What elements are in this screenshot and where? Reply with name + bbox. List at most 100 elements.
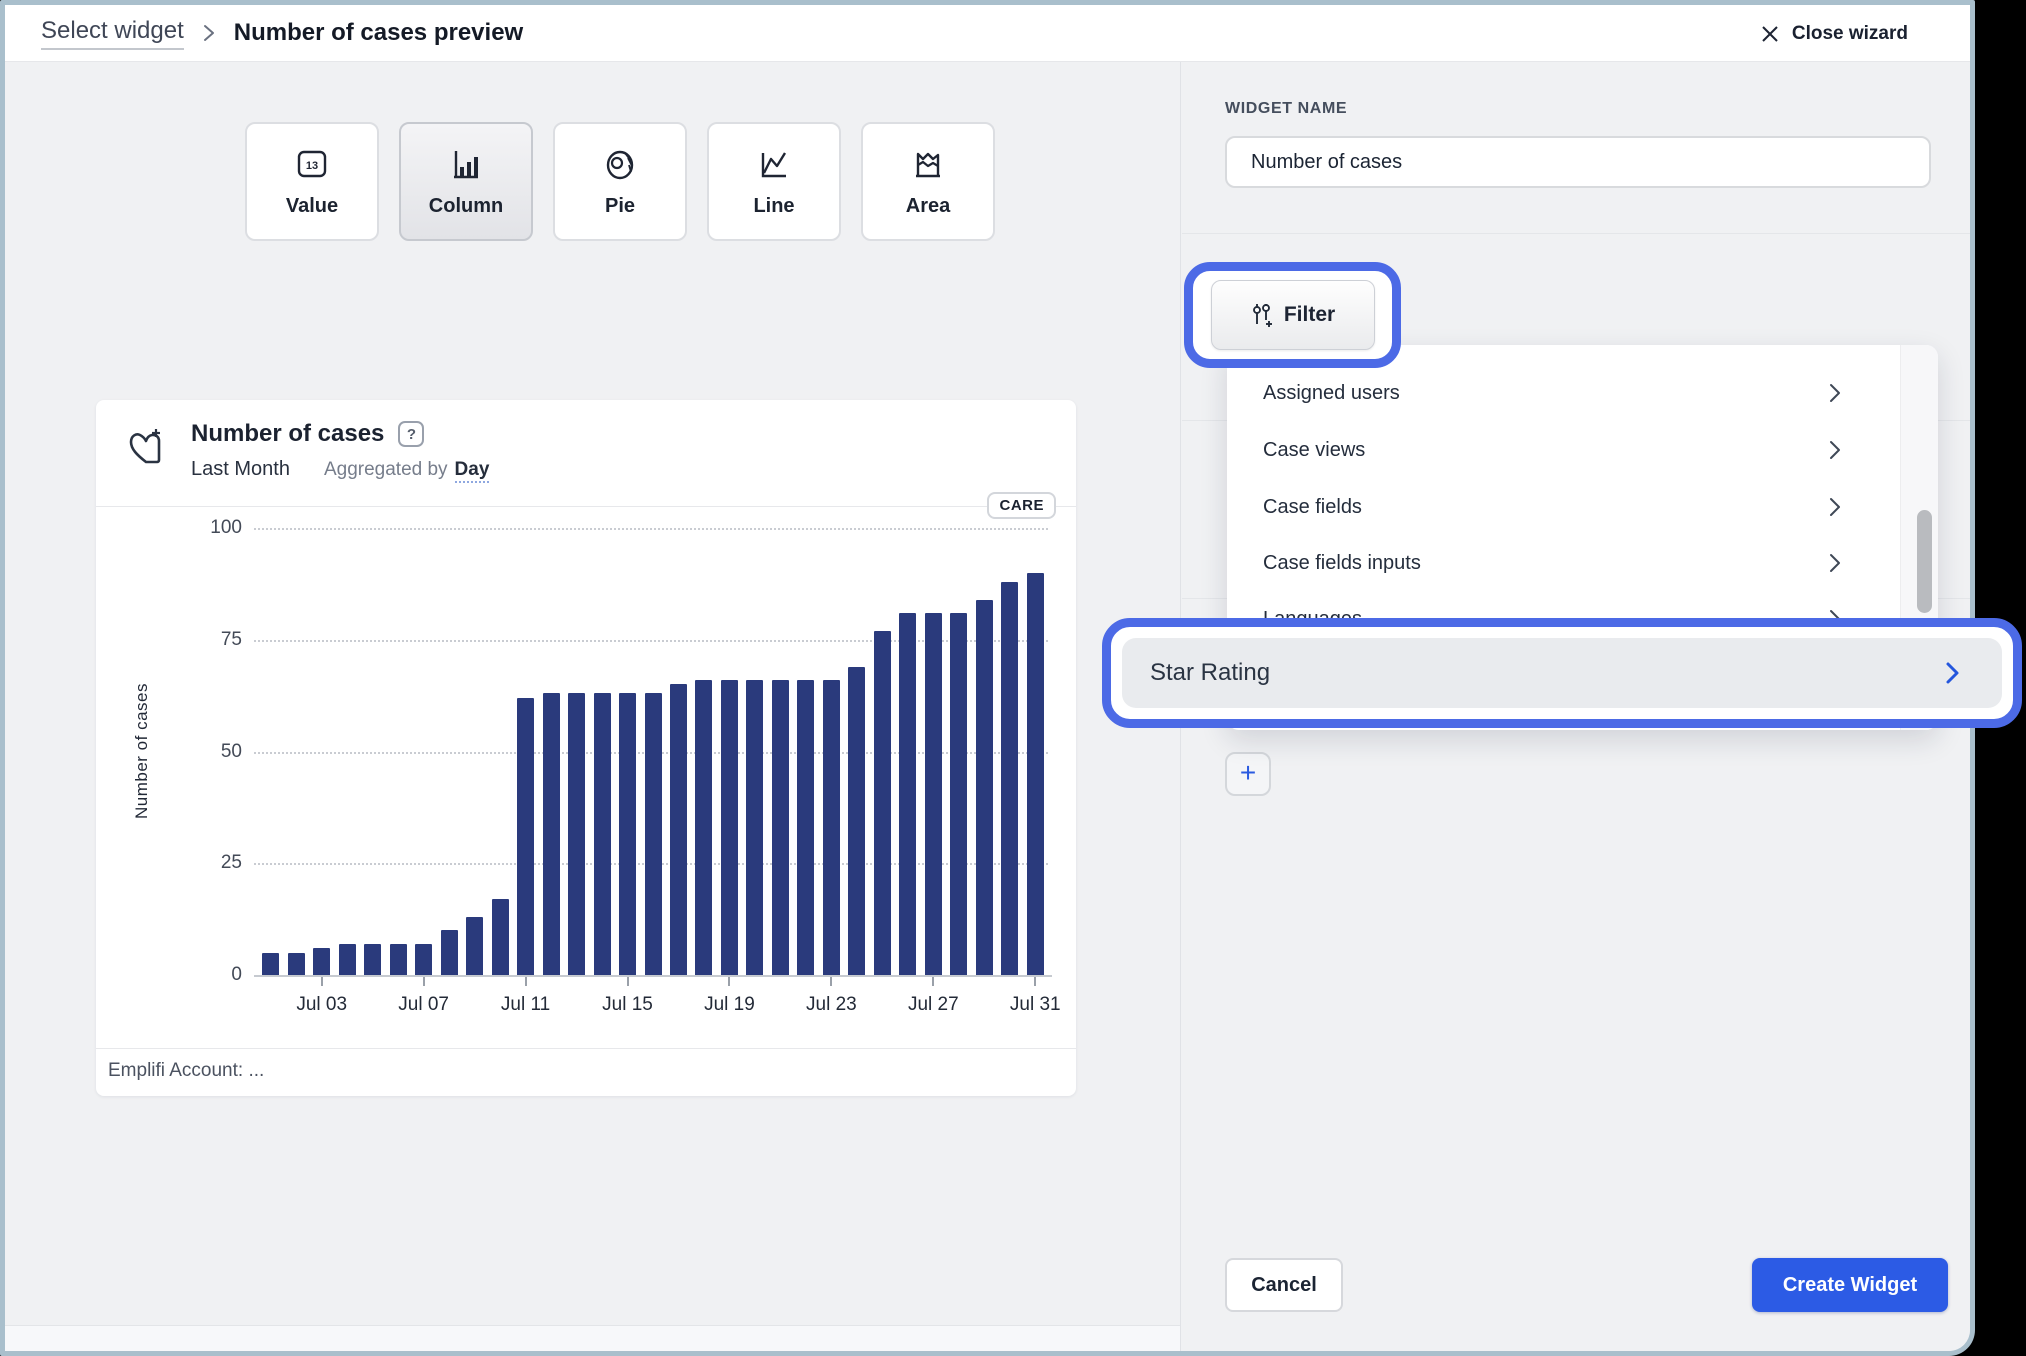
star-rating-highlight-annotation: Star Rating: [1102, 618, 2022, 728]
close-wizard-label: Close wizard: [1791, 22, 1908, 44]
bar: [568, 693, 586, 975]
filter-button-label: Filter: [1283, 303, 1336, 326]
filter-sliders-icon: [1252, 304, 1272, 327]
wizard-header: Select widget Number of cases preview Cl…: [5, 5, 1970, 62]
chevron-right-icon: [1828, 439, 1842, 466]
chart-ylabels: 0 25 50 75 100: [96, 517, 242, 985]
column-chart-icon: [444, 145, 488, 185]
chart-plot: Jul 03 Jul 07 Jul 11 Jul 15 Jul 19 Jul 23 Jul …: [254, 528, 1061, 1015]
bar: [873, 630, 891, 975]
pane-footer-strip: [5, 1325, 1180, 1351]
chevron-right-icon: [1828, 496, 1842, 523]
preview-pane: 13 Value Column Pie Line Area Number of …: [5, 62, 1181, 1351]
widget-name-input[interactable]: [1225, 136, 1931, 188]
type-button-column[interactable]: Column: [399, 122, 533, 241]
bar: [669, 684, 687, 975]
bar: [771, 679, 789, 975]
x-tick-label: Jul 11: [500, 994, 551, 1015]
svg-text:13: 13: [306, 160, 318, 172]
widget-preview-card: Number of cases ? Last Month Aggregated …: [96, 400, 1076, 1096]
aggregation-prefix: Aggregated by: [323, 459, 448, 480]
bar: [593, 693, 611, 975]
y-tick-label: 75: [220, 628, 242, 650]
create-widget-button[interactable]: Create Widget: [1752, 1258, 1948, 1312]
x-tick-mark: [422, 977, 425, 986]
bar: [542, 693, 560, 975]
bar: [899, 612, 917, 975]
bar: [389, 943, 407, 975]
bar: [950, 612, 968, 975]
type-button-pie[interactable]: Pie: [553, 122, 687, 241]
help-icon[interactable]: ?: [398, 421, 425, 447]
y-tick-label: 100: [210, 517, 242, 538]
card-footer-divider: [96, 1048, 1076, 1049]
menu-item-case-fields-inputs[interactable]: Case fields inputs: [1227, 541, 1900, 585]
bar: [1001, 581, 1019, 975]
menu-item-case-views[interactable]: Case views: [1227, 428, 1900, 472]
area-chart-icon: [906, 145, 950, 185]
bar: [287, 952, 305, 975]
line-chart-icon: [752, 145, 796, 185]
card-divider: [96, 506, 1076, 507]
bar: [822, 679, 840, 975]
x-tick-label: Jul 27: [907, 994, 959, 1015]
gridline: [254, 528, 1048, 530]
chevron-right-icon: [1828, 552, 1842, 579]
filter-button[interactable]: Filter: [1210, 280, 1375, 350]
type-label: Area: [905, 195, 951, 217]
card-footer-account: Emplifi Account: ...: [108, 1060, 265, 1081]
x-tick-label: Jul 31: [1009, 994, 1061, 1015]
x-tick-mark: [830, 977, 833, 986]
bar: [517, 697, 535, 975]
x-tick-label: Jul 23: [806, 994, 857, 1015]
bar: [720, 679, 738, 975]
page-title: Number of cases preview: [233, 19, 524, 46]
card-period: Last Month: [191, 458, 290, 480]
menu-item-case-fields[interactable]: Case fields: [1227, 485, 1900, 529]
bar: [440, 930, 458, 975]
type-label: Pie: [604, 195, 636, 217]
x-tick-label: Jul 03: [296, 994, 348, 1015]
close-icon: [1762, 25, 1778, 42]
x-tick-mark: [320, 977, 323, 986]
star-rating-label: Star Rating: [1150, 659, 1271, 686]
type-button-value[interactable]: 13 Value: [245, 122, 379, 241]
bar: [619, 693, 637, 975]
widget-name-label: WIDGET NAME: [1225, 100, 1348, 117]
bar: [975, 599, 993, 975]
bar: [415, 943, 433, 975]
close-wizard-button[interactable]: Close wizard: [1760, 5, 1908, 62]
type-button-area[interactable]: Area: [861, 122, 995, 241]
card-title: Number of cases: [191, 420, 385, 447]
bar: [848, 666, 866, 975]
add-filter-button[interactable]: +: [1225, 752, 1271, 796]
x-tick-label: Jul 07: [398, 994, 449, 1015]
x-tick-mark: [728, 977, 731, 986]
y-tick-label: 25: [220, 852, 242, 874]
menu-item-assigned-users[interactable]: Assigned users: [1227, 371, 1900, 415]
bar: [924, 612, 942, 975]
pie-chart-icon: [598, 145, 642, 185]
y-tick-label: 50: [220, 740, 242, 762]
bar: [746, 679, 764, 975]
bar: [797, 679, 815, 975]
menu-item-star-rating[interactable]: Star Rating: [1122, 638, 2002, 708]
breadcrumb-chevron-icon: [202, 22, 216, 44]
chevron-right-icon: [1828, 382, 1842, 409]
type-label: Value: [285, 195, 339, 217]
x-tick-mark: [932, 977, 935, 986]
x-tick-mark: [626, 977, 629, 986]
breadcrumb-link-select-widget[interactable]: Select widget: [41, 17, 184, 50]
dropdown-scrollbar-thumb[interactable]: [1917, 510, 1932, 613]
x-tick-label: Jul 19: [704, 994, 755, 1015]
widget-type-selector: 13 Value Column Pie Line Area: [245, 122, 995, 241]
type-button-line[interactable]: Line: [707, 122, 841, 241]
bar: [364, 943, 382, 975]
type-label: Line: [753, 195, 795, 217]
type-label: Column: [428, 195, 504, 217]
x-tick-mark: [1034, 977, 1037, 986]
aggregation-value[interactable]: Day: [454, 459, 490, 483]
x-tick-label: Jul 15: [602, 994, 653, 1015]
cancel-button[interactable]: Cancel: [1225, 1258, 1343, 1312]
bar: [695, 679, 713, 975]
